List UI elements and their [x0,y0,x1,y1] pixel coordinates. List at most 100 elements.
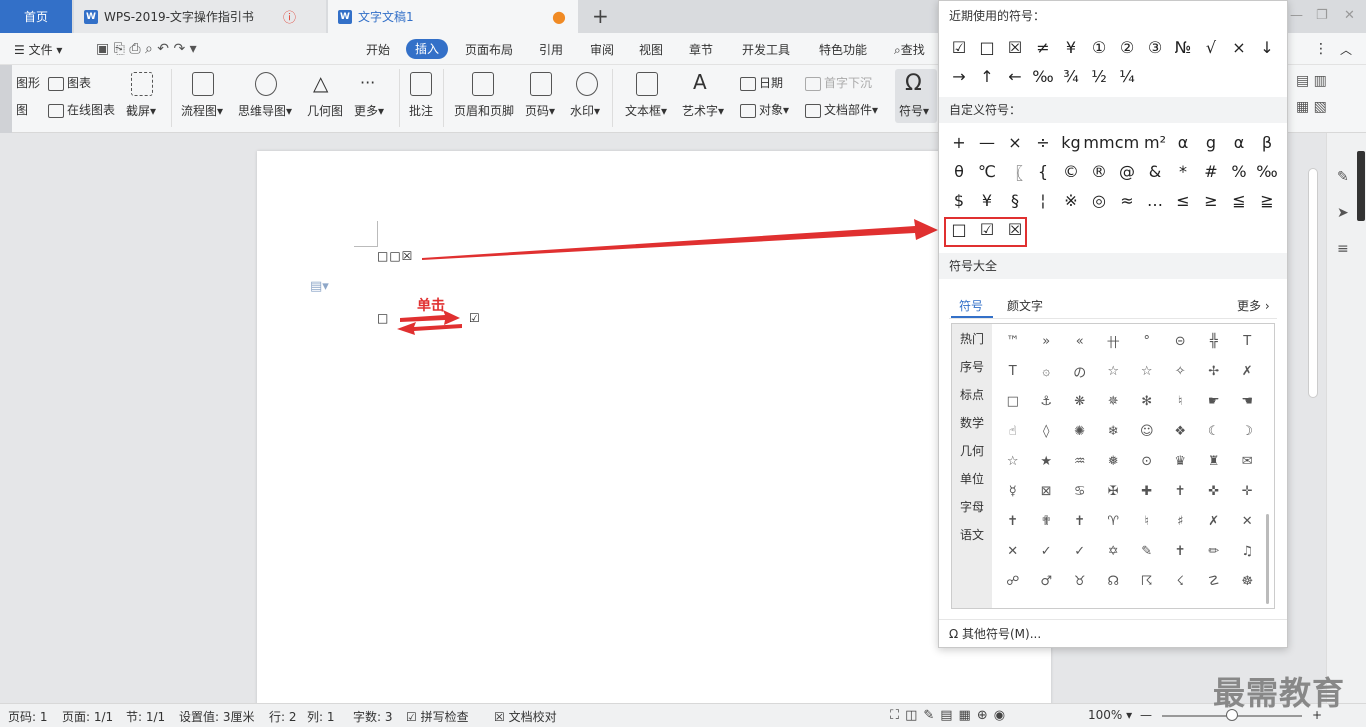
symbol-cell[interactable]: × [1225,33,1253,62]
symbol-cell[interactable]: @ [1113,157,1141,186]
symbol-cell[interactable]: ♒ [1063,446,1097,476]
symbol-cell[interactable]: θ [945,157,973,186]
symbol-cell[interactable]: ② [1113,33,1141,62]
doc-proof-button[interactable]: ☒ 文档校对 [494,708,557,725]
symbol-cell[interactable]: ✺ [1063,416,1097,446]
paragraph-marker-icon[interactable]: ▤▾ [310,279,329,294]
close-icon[interactable]: ✕ [1344,8,1355,23]
sidebar-tab[interactable] [1357,151,1365,221]
symbol-cell[interactable]: ☚ [1231,386,1265,416]
symbol-cell[interactable]: ✕ [1231,506,1265,536]
ribbon-scroll-left[interactable] [0,65,12,133]
textbox-button[interactable]: 文本框▾ [625,102,667,119]
collapse-ribbon-icon[interactable]: ︿ [1340,41,1352,58]
symbol-cell[interactable]: ♈ [1097,506,1131,536]
symbol-cell[interactable]: ® [1085,157,1113,186]
symbol-cell[interactable]: … [1141,186,1169,215]
symbol-cell[interactable]: ♋ [1063,476,1097,506]
symbol-cell[interactable]: ™ [996,326,1030,356]
menu-section[interactable]: 章节 [689,41,713,58]
symbol-cell[interactable]: $ [945,186,973,215]
symbol-category[interactable]: 单位 [952,470,992,487]
image-button[interactable]: 图 [16,101,28,118]
tab-emoticon[interactable]: 颜文字 [1007,297,1043,314]
symbol-cell[interactable]: ° [1130,326,1164,356]
symbol-cell[interactable]: * [1169,157,1197,186]
tab-doc-current[interactable]: W 文字文稿1 ● [328,0,578,33]
symbol-cell[interactable]: T [1231,326,1265,356]
tab-symbol[interactable]: 符号 [959,297,983,314]
more-button[interactable]: 更多▾ [354,102,384,119]
symbol-cell[interactable]: ☝ [996,416,1030,446]
wordart-button[interactable]: 艺术字▾ [682,102,724,119]
menu-insert[interactable]: 插入 [406,39,448,59]
symbol-category[interactable]: 几何 [952,442,992,459]
symbol-cell[interactable]: m² [1141,128,1169,157]
symbol-cell[interactable]: ✎ [1130,536,1164,566]
date-button[interactable]: 日期 [740,74,783,91]
symbol-cell[interactable]: ♮ [1130,506,1164,536]
symbol-category[interactable]: 字母 [952,498,992,515]
symbol-cell[interactable]: ♛ [1164,446,1198,476]
symbol-cell[interactable]: ≦ [1225,186,1253,215]
symbol-cell[interactable]: ✝ [1164,536,1198,566]
symbol-cell[interactable]: ≤ [1169,186,1197,215]
symbol-cell[interactable]: ⚓ [1030,386,1064,416]
symbol-cell[interactable]: ⊝ [1164,326,1198,356]
document-page[interactable]: □□☒ ▤▾ □ ☑ 单击 [257,151,1051,711]
symbol-cell[interactable]: — [973,128,1001,157]
symbol-cell[interactable]: ① [1085,33,1113,62]
symbol-cell[interactable]: ♫ [1231,536,1265,566]
symbol-cell[interactable]: ★ [1030,446,1064,476]
shape-button[interactable]: 图形 [16,74,40,91]
symbol-cell[interactable]: ❄ [1097,416,1131,446]
symbol-cell[interactable]: ☆ [1097,356,1131,386]
symbol-cell[interactable]: § [1001,186,1029,215]
symbol-cell[interactable]: T [996,356,1030,386]
menu-view[interactable]: 视图 [639,41,663,58]
symbol-cell[interactable]: ✠ [1097,476,1131,506]
vertical-scrollbar[interactable] [1306,160,1320,700]
header-footer-button[interactable]: 页眉和页脚 [454,102,514,119]
extra-icon[interactable]: ▦ ▧ [1296,99,1327,115]
screenshot-button[interactable]: 截屏▾ [126,102,156,119]
symbol-cell[interactable]: « [1063,326,1097,356]
symbol-cell[interactable]: g [1197,128,1225,157]
spell-check-button[interactable]: ☑ 拼写检查 [406,708,469,725]
online-chart-button[interactable]: 在线图表 [48,101,115,118]
menu-review[interactable]: 审阅 [590,41,614,58]
symbol-cell[interactable]: № [1169,33,1197,62]
symbol-category[interactable]: 序号 [952,358,992,375]
object-button[interactable]: 对象▾ [740,101,789,118]
symbol-cell[interactable]: ☑ [945,33,973,62]
symbol-cell[interactable]: ☊ [1097,566,1131,596]
symbol-cell[interactable]: ❋ [1063,386,1097,416]
extra-icon[interactable]: ▤ ▥ [1296,73,1327,89]
symbol-cell[interactable]: ¥ [973,186,1001,215]
tab-home[interactable]: 首页 [0,0,72,33]
symbol-cell[interactable]: 卄 [1097,326,1131,356]
symbol-cell[interactable]: ☺ [1130,416,1164,446]
symbol-cell[interactable]: ≠ [1029,33,1057,62]
scroll-thumb[interactable] [1308,168,1318,398]
restore-icon[interactable]: ❐ [1316,8,1328,23]
menu-developer[interactable]: 开发工具 [742,41,790,58]
chart-button[interactable]: 图表 [48,74,91,91]
zoom-out-icon[interactable]: — [1140,708,1152,722]
symbol-cell[interactable]: # [1197,157,1225,186]
doc-line-1[interactable]: □□☒ [377,249,413,263]
symbol-cell[interactable]: ‰ [1253,157,1281,186]
symbol-cell[interactable]: + [945,128,973,157]
symbol-cell[interactable]: ✧ [1164,356,1198,386]
symbol-cell[interactable]: ✟ [1030,506,1064,536]
comment-button[interactable]: 批注 [409,102,433,119]
symbol-cell[interactable]: ☇ [1164,566,1198,596]
new-tab-button[interactable]: + [592,4,609,28]
symbol-cell[interactable]: ❖ [1164,416,1198,446]
menu-reference[interactable]: 引用 [539,41,563,58]
symbol-cell[interactable]: ✗ [1231,356,1265,386]
symbol-cell[interactable]: ♂ [1030,566,1064,596]
symbol-cell[interactable]: cm [1113,128,1141,157]
symbol-cell[interactable]: 〖 [1001,157,1029,186]
symbol-cell[interactable]: ☒ [1001,33,1029,62]
